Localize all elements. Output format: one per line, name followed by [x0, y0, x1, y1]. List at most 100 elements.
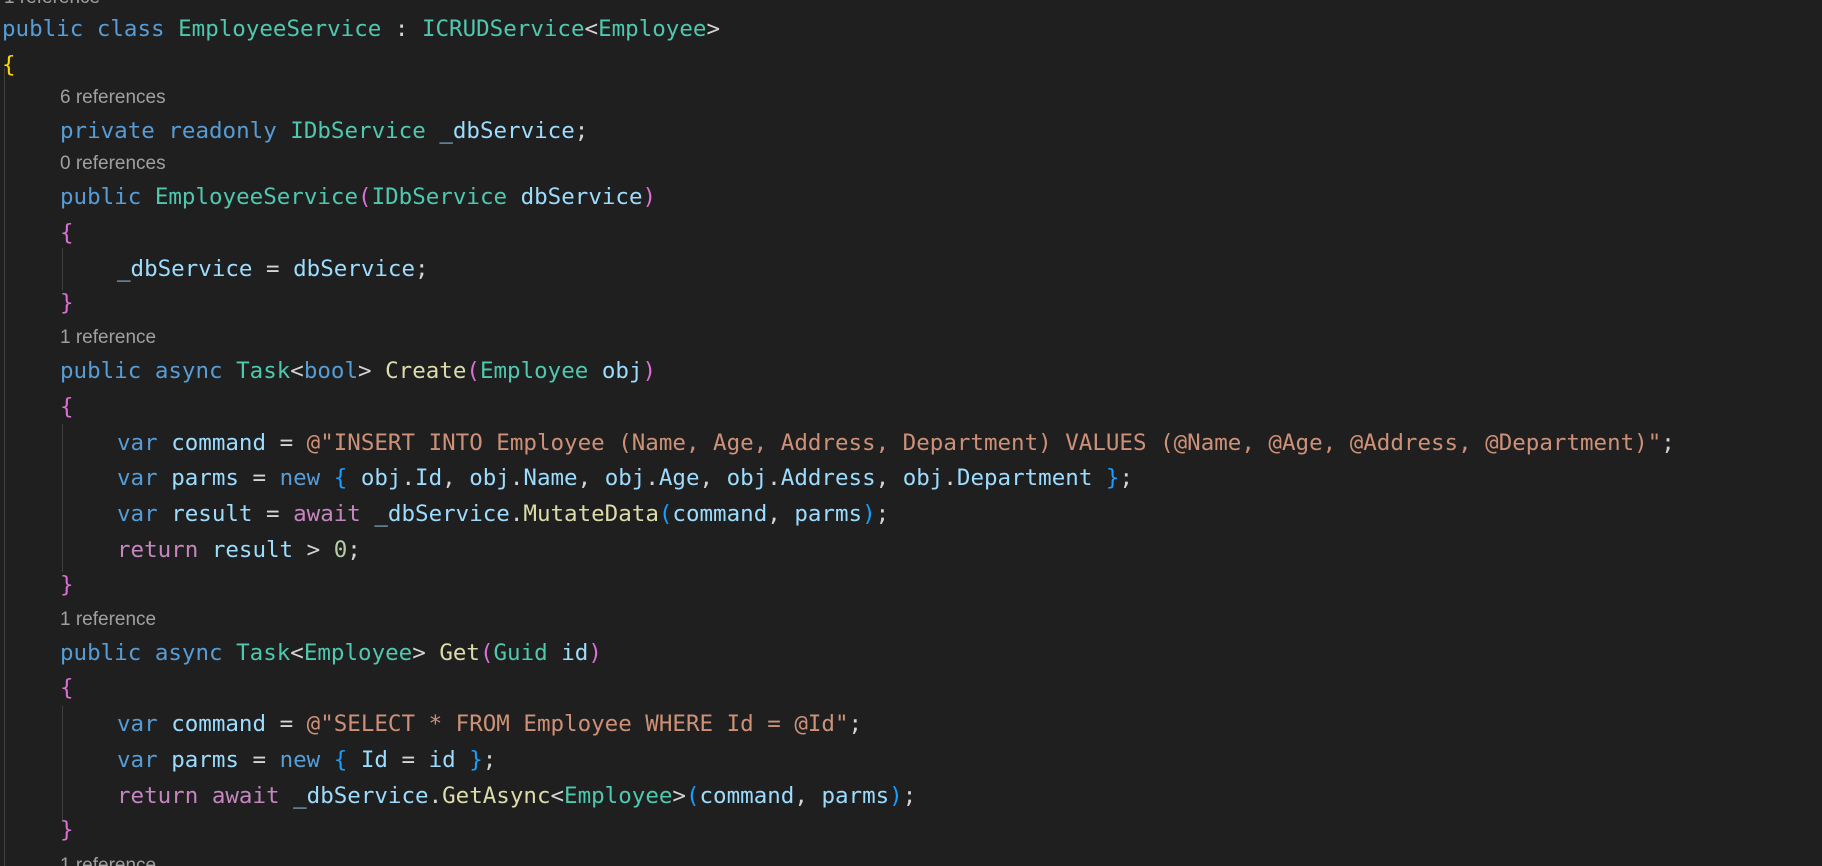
punctuation: ; [1661, 430, 1675, 456]
punctuation: ; [902, 783, 917, 809]
param-obj[interactable]: obj [361, 465, 402, 491]
punctuation: , [699, 465, 714, 491]
code-line-select-command[interactable]: var command = @"SELECT * FROM Employee W… [117, 709, 862, 739]
code-line-field[interactable]: private readonly IDbService _dbService; [60, 116, 588, 146]
var-parms[interactable]: parms [821, 783, 889, 809]
var-command[interactable]: command [700, 783, 795, 809]
code-line-close-brace[interactable]: } [60, 815, 74, 845]
var-result[interactable]: result [171, 501, 252, 527]
code-line-parms[interactable]: var parms = new { obj.Id, obj.Name, obj.… [117, 463, 1133, 493]
type-guid[interactable]: Guid [494, 640, 548, 666]
property-id[interactable]: Id [361, 747, 388, 773]
var-parms[interactable]: parms [171, 465, 239, 491]
property-id[interactable]: Id [415, 465, 442, 491]
sql-string-insert[interactable]: @"INSERT INTO Employee (Name, Age, Addre… [307, 430, 1662, 456]
codelens-references[interactable]: 0 references [60, 152, 166, 176]
brace: { [2, 52, 16, 78]
operator: = [279, 430, 294, 456]
var-parms[interactable]: parms [794, 501, 862, 527]
code-line-get-signature[interactable]: public async Task<Employee> Get(Guid id) [60, 638, 602, 668]
param-dbservice[interactable]: dbService [521, 184, 643, 210]
method-create[interactable]: Create [385, 358, 466, 384]
property-address[interactable]: Address [781, 465, 876, 491]
param-id[interactable]: id [561, 640, 588, 666]
param-obj[interactable]: obj [727, 465, 768, 491]
type-employee[interactable]: Employee [480, 358, 588, 384]
keyword-public: public [60, 184, 142, 210]
code-line-open-brace[interactable]: { [60, 218, 74, 248]
class-name[interactable]: EmployeeService [178, 16, 381, 42]
keyword-private: private [60, 118, 155, 144]
code-editor[interactable]: 1 reference public class EmployeeService… [0, 0, 1822, 866]
indent-guide [4, 68, 5, 866]
code-line-open-brace[interactable]: { [60, 673, 74, 703]
type-task[interactable]: Task [236, 358, 290, 384]
punctuation: ; [848, 711, 863, 737]
code-line-parms-id[interactable]: var parms = new { Id = id }; [117, 745, 496, 775]
property-name[interactable]: Name [523, 465, 577, 491]
operator: = [279, 711, 294, 737]
type-idbservice[interactable]: IDbService [290, 118, 425, 144]
method-getasync[interactable]: GetAsync [442, 783, 550, 809]
code-line-insert-command[interactable]: var command = @"INSERT INTO Employee (Na… [117, 428, 1675, 458]
paren: ) [862, 501, 876, 527]
field-dbservice[interactable]: _dbService [439, 118, 574, 144]
code-line-assignment[interactable]: _dbService = dbService; [117, 254, 429, 284]
paren: ( [358, 184, 372, 210]
property-age[interactable]: Age [659, 465, 700, 491]
constructor-name[interactable]: EmployeeService [155, 184, 358, 210]
paren: ( [658, 501, 673, 527]
paren: ( [685, 783, 700, 809]
property-department[interactable]: Department [957, 465, 1092, 491]
type-employee[interactable]: Employee [304, 640, 412, 666]
punctuation: < [290, 640, 304, 666]
var-command[interactable]: command [171, 711, 266, 737]
code-line-result[interactable]: var result = await _dbService.MutateData… [117, 499, 889, 529]
code-line-close-brace[interactable]: } [60, 288, 74, 318]
code-line-return-result[interactable]: return result > 0; [117, 535, 361, 565]
field-dbservice[interactable]: _dbService [117, 256, 252, 282]
code-line-create-signature[interactable]: public async Task<bool> Create(Employee … [60, 356, 656, 386]
punctuation: . [943, 465, 957, 491]
code-line-class-open-brace[interactable]: { [2, 50, 16, 80]
brace: } [60, 290, 74, 316]
interface-name[interactable]: ICRUDService [422, 16, 585, 42]
code-line-close-brace[interactable]: } [60, 570, 74, 600]
keyword-var: var [117, 430, 158, 456]
var-command[interactable]: command [672, 501, 767, 527]
type-employee[interactable]: Employee [598, 16, 706, 42]
param-dbservice[interactable]: dbService [293, 256, 415, 282]
punctuation: , [577, 465, 592, 491]
codelens-references[interactable]: 1 reference [60, 854, 156, 866]
var-parms[interactable]: parms [171, 747, 239, 773]
keyword-class: class [96, 16, 165, 42]
punctuation: . [509, 501, 524, 527]
codelens-references[interactable]: 6 references [60, 86, 166, 110]
param-id[interactable]: id [429, 747, 456, 773]
code-line-open-brace[interactable]: { [60, 392, 74, 422]
method-get[interactable]: Get [439, 640, 480, 666]
codelens-references[interactable]: 1 reference [60, 608, 156, 632]
type-task[interactable]: Task [236, 640, 290, 666]
var-command[interactable]: command [171, 430, 266, 456]
param-obj[interactable]: obj [605, 465, 646, 491]
field-dbservice[interactable]: _dbService [293, 783, 428, 809]
sql-string-select[interactable]: @"SELECT * FROM Employee WHERE Id = @Id" [307, 711, 849, 737]
type-idbservice[interactable]: IDbService [372, 184, 507, 210]
type-employee[interactable]: Employee [564, 783, 672, 809]
code-line-constructor[interactable]: public EmployeeService(IDbService dbServ… [60, 182, 656, 212]
code-line-class-declaration[interactable]: public class EmployeeService : ICRUDServ… [2, 14, 720, 44]
param-obj[interactable]: obj [602, 358, 643, 384]
code-line-return-getasync[interactable]: return await _dbService.GetAsync<Employe… [117, 781, 916, 811]
field-dbservice[interactable]: _dbService [374, 501, 509, 527]
param-obj[interactable]: obj [469, 465, 510, 491]
codelens-references[interactable]: 1 reference [60, 326, 156, 350]
keyword-readonly: readonly [168, 118, 277, 144]
param-obj[interactable]: obj [903, 465, 944, 491]
number-literal: 0 [333, 537, 348, 563]
var-result[interactable]: result [212, 537, 293, 563]
codelens-references[interactable]: 1 reference [4, 0, 100, 10]
method-mutatedata[interactable]: MutateData [523, 501, 658, 527]
brace: { [60, 394, 74, 420]
keyword-new: new [279, 747, 321, 773]
